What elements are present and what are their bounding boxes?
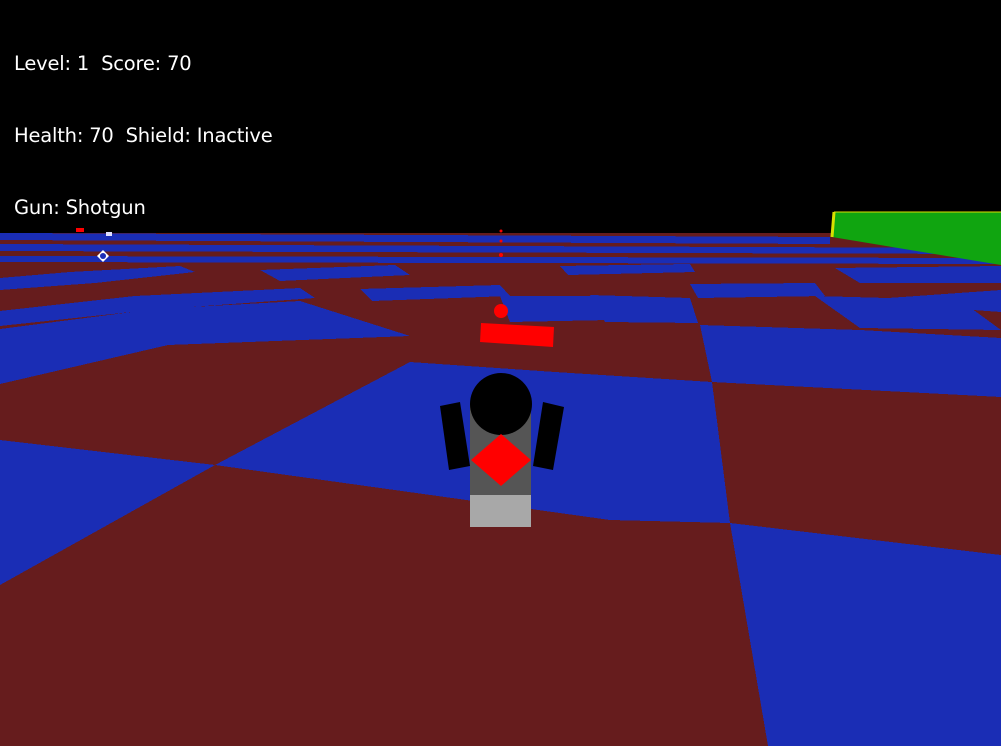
player-legs (470, 495, 531, 527)
shield-label: Shield: (125, 124, 191, 147)
score-label: Score: (101, 52, 162, 75)
hud-line-gun: Gun: Shotgun (14, 196, 273, 220)
hud-panel: Level: 1 Score: 70 Health: 70 Shield: In… (14, 4, 273, 244)
projectile (499, 229, 503, 233)
hud-line-level-score: Level: 1 Score: 70 (14, 52, 273, 76)
level-label: Level: (14, 52, 71, 75)
player-head (470, 373, 532, 435)
health-value: 70 (89, 124, 114, 147)
gun-label: Gun: (14, 196, 60, 219)
hud-line-health-shield: Health: 70 Shield: Inactive (14, 124, 273, 148)
projectile (499, 253, 503, 257)
gun-value: Shotgun (65, 196, 146, 219)
projectile (494, 304, 508, 318)
health-label: Health: (14, 124, 84, 147)
level-value: 1 (76, 52, 90, 75)
score-value: 70 (167, 52, 192, 75)
shield-value: Inactive (196, 124, 273, 147)
projectile (499, 239, 503, 243)
